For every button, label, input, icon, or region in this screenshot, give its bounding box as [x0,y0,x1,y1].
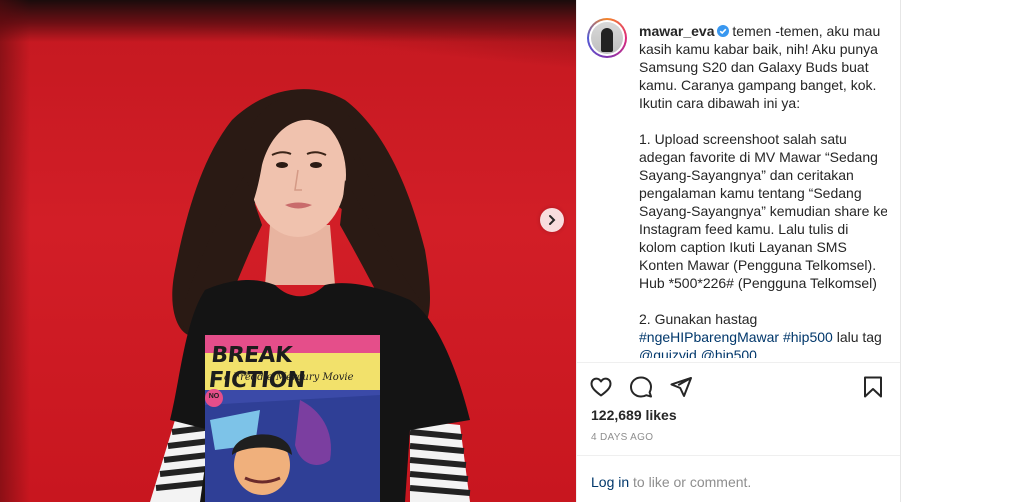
person-illustration [150,89,471,502]
post-details-panel: mawar_eva temen -temen, aku mau kasih ka… [576,0,901,502]
shirt-print-badge: NO [208,393,220,400]
avatar[interactable] [587,18,627,58]
username-link[interactable]: mawar_eva [639,23,715,39]
striped-sleeve-right [409,420,471,502]
hashtag-link[interactable]: #hip500 [783,329,833,345]
caption-lalu-tag: lalu tag [836,329,882,345]
post-timestamp[interactable]: 4 DAYS AGO [591,432,653,443]
chevron-right-icon [549,215,556,225]
shirt-print-title: BREAK FICTION [207,343,307,393]
next-photo-button[interactable] [540,208,564,232]
comment-icon[interactable] [629,375,653,399]
action-bar [589,372,889,402]
caption-text: mawar_eva temen -temen, aku mau kasih ka… [639,22,887,358]
divider [577,455,901,456]
like-count[interactable]: 122,689 likes [591,407,677,423]
divider [577,362,901,363]
heart-icon[interactable] [589,375,613,399]
login-link[interactable]: Log in [591,474,629,490]
verified-badge-icon [716,25,729,37]
shirt-print-byline: a Freddie Mercury Movie [224,372,354,383]
mention-link[interactable]: @hip500 [701,347,757,358]
login-prompt: Log in to like or comment. [591,474,751,490]
bookmark-icon[interactable] [861,375,885,399]
login-prompt-text: to like or comment. [629,474,752,490]
post-caption-block: mawar_eva temen -temen, aku mau kasih ka… [587,18,887,358]
post-photo[interactable]: BREAK FICTION a Freddie Mercury Movie NO [0,0,576,502]
mention-link[interactable]: @quizyid [639,347,697,358]
caption-step-1: 1. Upload screenshoot salah satu adegan … [639,131,887,291]
paper-plane-icon[interactable] [669,375,693,399]
hashtag-link[interactable]: #ngeHIPbarengMawar [639,329,779,345]
avatar-image [591,22,623,54]
page-background [900,0,1024,502]
caption-step-2: 2. Gunakan hastag [639,311,758,327]
